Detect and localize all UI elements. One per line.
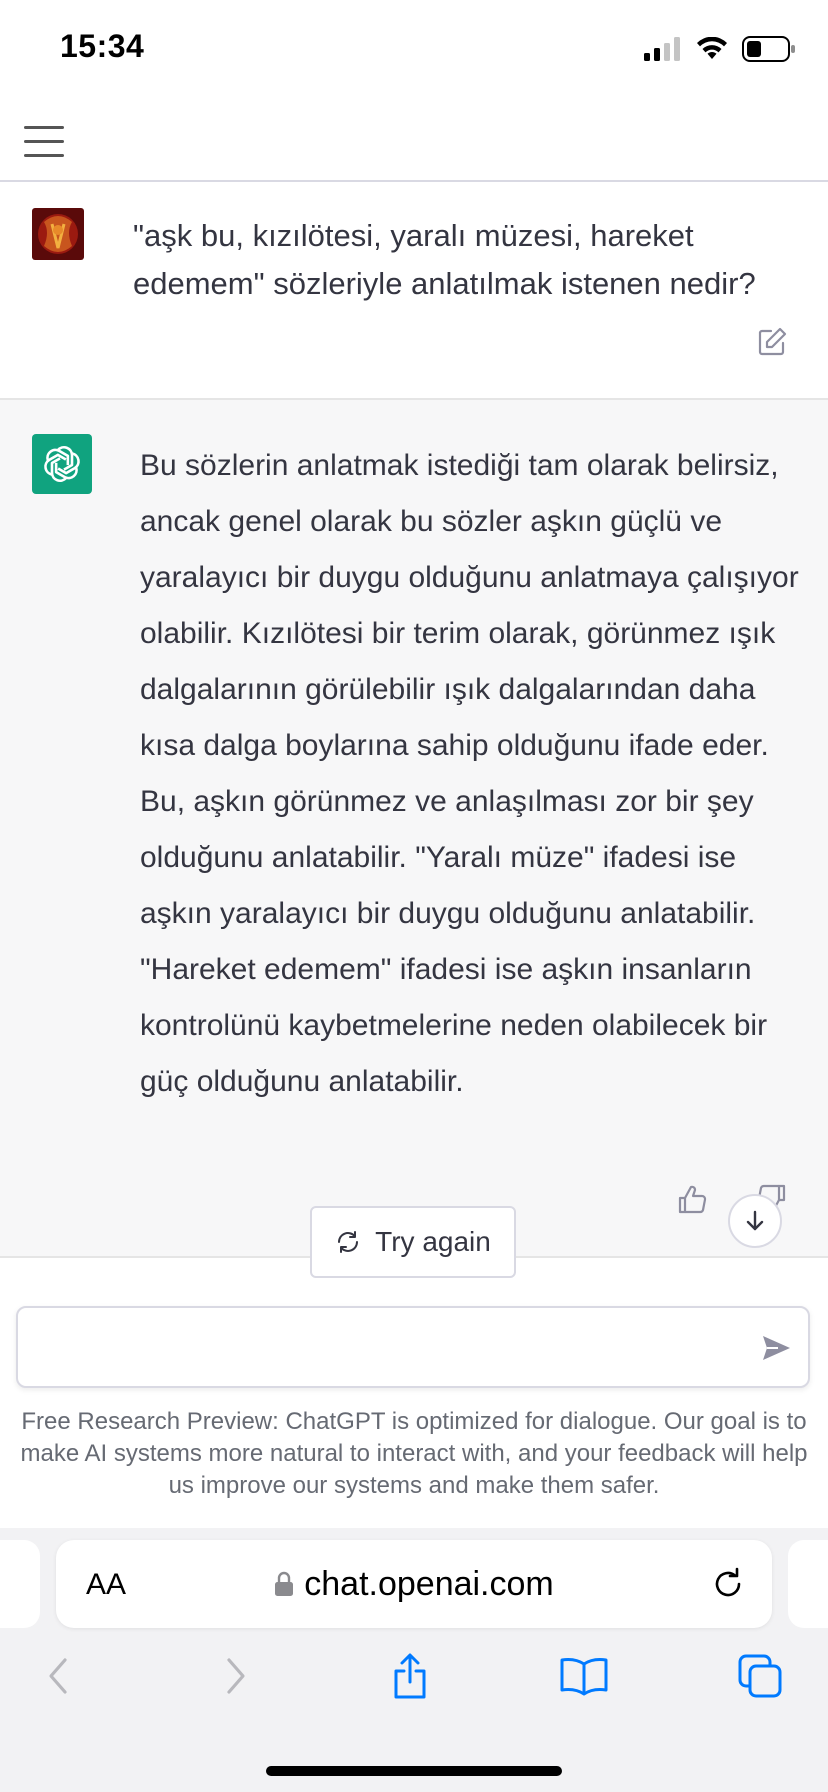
top-nav — [0, 96, 828, 182]
url-text: chat.openai.com — [304, 1564, 554, 1603]
home-indicator — [266, 1766, 562, 1776]
lock-icon — [275, 1571, 294, 1596]
status-icons — [644, 34, 796, 64]
user-message-text: "aşk bu, kızılötesi, yaralı müzesi, hare… — [133, 218, 756, 301]
next-tab-peek[interactable] — [788, 1540, 828, 1628]
try-again-label: Try again — [375, 1226, 491, 1257]
assistant-message-row: Bu sözlerin anlatmak istediği tam olarak… — [0, 400, 828, 1256]
hamburger-icon[interactable] — [24, 126, 64, 157]
assistant-message-text: Bu sözlerin anlatmak istediği tam olarak… — [140, 449, 799, 1098]
send-icon[interactable] — [760, 1332, 792, 1364]
wifi-icon — [697, 37, 727, 59]
arrow-down-icon — [746, 1210, 764, 1231]
url-display[interactable]: chat.openai.com — [56, 1540, 772, 1628]
signal-icon — [644, 37, 680, 61]
chevron-right-icon[interactable] — [210, 1650, 262, 1702]
share-icon[interactable] — [384, 1650, 436, 1702]
address-bar[interactable]: AA chat.openai.com — [56, 1540, 772, 1628]
disclaimer-text: Free Research Preview: ChatGPT is optimi… — [20, 1408, 808, 1499]
chevron-left-icon[interactable] — [32, 1650, 84, 1702]
user-avatar — [32, 208, 84, 260]
openai-logo-icon — [32, 434, 92, 494]
message-input-box[interactable] — [16, 1306, 810, 1388]
reload-icon[interactable] — [710, 1566, 746, 1602]
previous-tab-peek[interactable] — [0, 1540, 40, 1628]
tabs-icon[interactable] — [734, 1650, 786, 1702]
try-again-button[interactable]: Try again — [310, 1206, 516, 1278]
refresh-icon — [338, 1231, 359, 1253]
browser-toolbar — [0, 1650, 828, 1710]
thumbs-up-icon[interactable] — [676, 1184, 708, 1216]
message-input[interactable] — [36, 1322, 740, 1374]
status-time: 15:34 — [60, 28, 145, 64]
edit-icon[interactable] — [756, 326, 788, 358]
battery-icon — [742, 36, 795, 62]
book-icon[interactable] — [558, 1650, 610, 1702]
user-message-row: "aşk bu, kızılötesi, yaralı müzesi, hare… — [0, 182, 828, 400]
scroll-down-button[interactable] — [728, 1194, 782, 1248]
